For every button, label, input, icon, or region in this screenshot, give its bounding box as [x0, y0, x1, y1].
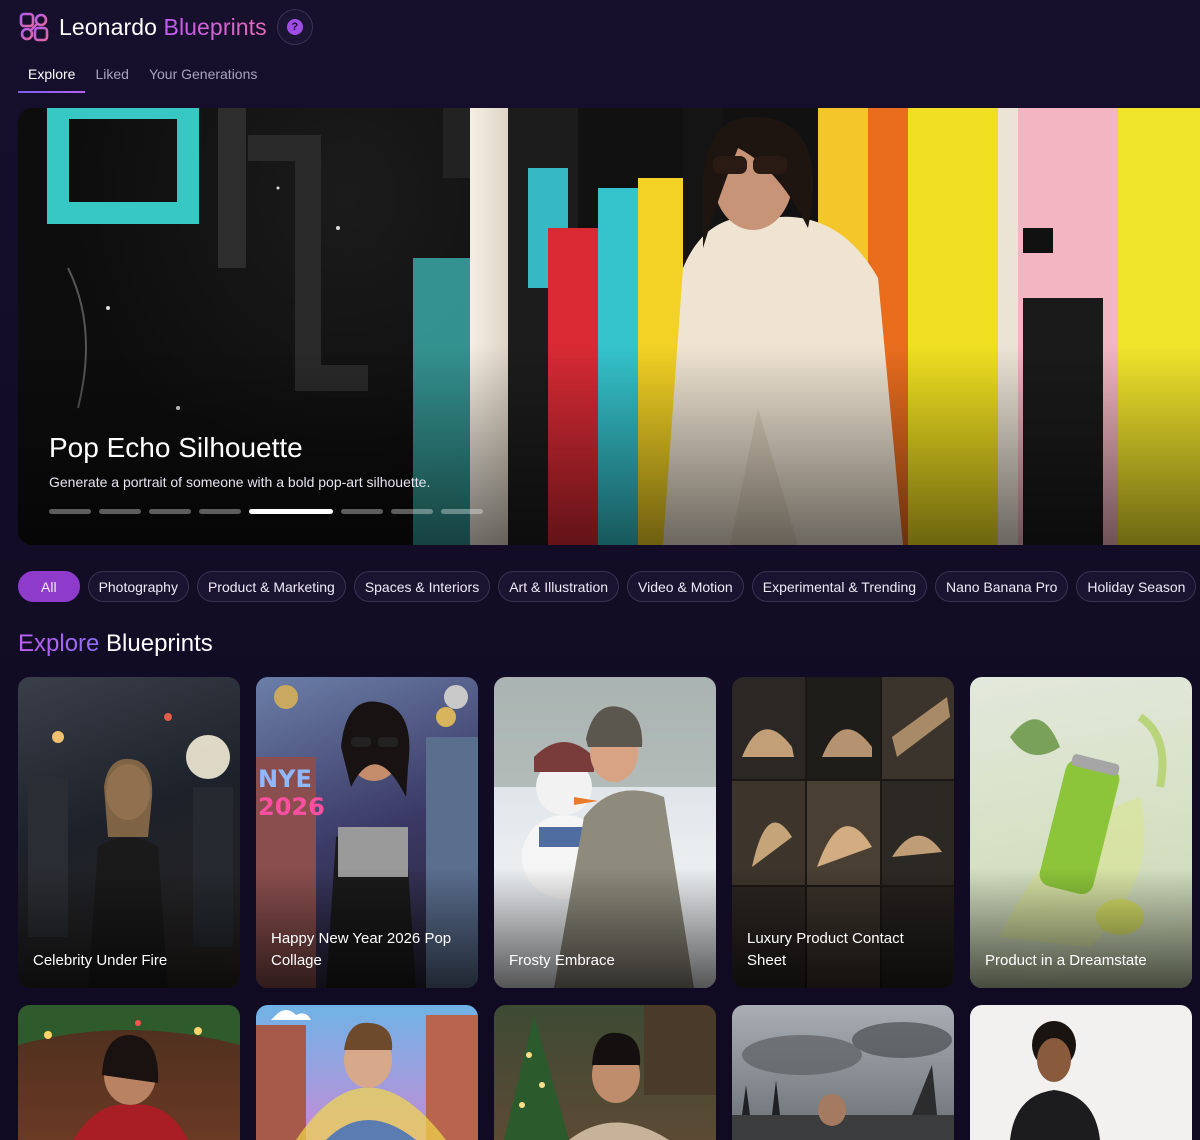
carousel-dot[interactable]	[341, 509, 383, 514]
blueprint-card[interactable]	[732, 1005, 954, 1140]
chip-product-marketing[interactable]: Product & Marketing	[196, 571, 346, 602]
carousel-dot[interactable]	[49, 509, 91, 514]
chip-all[interactable]: All	[18, 571, 80, 602]
card-image	[256, 1010, 478, 1140]
card-label: Celebrity Under Fire	[33, 952, 168, 969]
hero-description: Generate a portrait of someone with a bo…	[49, 474, 431, 490]
brand-title: Leonardo Blueprints	[59, 14, 267, 41]
chip-photography[interactable]: Photography	[87, 571, 189, 602]
carousel-dot[interactable]	[391, 509, 433, 514]
app-header: Leonardo Blueprints ?	[18, 8, 313, 46]
hero-carousel[interactable]: Pop Echo Silhouette Generate a portrait …	[18, 108, 1200, 545]
blueprint-card[interactable]	[494, 1005, 716, 1140]
card-label: Happy New Year 2026 Pop Collage	[271, 930, 452, 969]
chip-art-illustration[interactable]: Art & Illustration	[498, 571, 620, 602]
chip-nano-banana-pro[interactable]: Nano Banana Pro	[935, 571, 1069, 602]
svg-text:2026: 2026	[258, 793, 325, 821]
carousel-dot[interactable]	[199, 509, 241, 514]
section-title-highlight: Explore	[18, 630, 100, 657]
section-title-rest: Blueprints	[106, 630, 213, 657]
blueprint-card[interactable]: Frosty Embrace	[494, 677, 716, 988]
blueprint-card[interactable]: Product in a Dreamstate	[970, 677, 1192, 988]
svg-text:NYE: NYE	[258, 765, 312, 793]
tab-bar: Explore Liked Your Generations	[18, 60, 267, 93]
card-image	[1010, 1021, 1100, 1140]
blueprint-card[interactable]: Celebrity Under Fire	[18, 677, 240, 988]
card-image	[732, 1022, 954, 1140]
blueprint-card[interactable]: Luxury Product Contact Sheet	[732, 677, 954, 988]
blueprint-card[interactable]: NYE 2026 Happy New Year 2026 Pop Collage	[256, 677, 478, 988]
chip-holiday-season[interactable]: Holiday Season	[1076, 571, 1197, 602]
card-label: Frosty Embrace	[509, 952, 615, 969]
blueprint-card[interactable]	[970, 1005, 1192, 1140]
tab-liked[interactable]: Liked	[85, 60, 138, 93]
chip-video-motion[interactable]: Video & Motion	[627, 571, 744, 602]
tab-your-generations[interactable]: Your Generations	[139, 60, 267, 93]
carousel-dot[interactable]	[149, 509, 191, 514]
blueprint-card[interactable]	[18, 1005, 240, 1140]
carousel-dot[interactable]	[99, 509, 141, 514]
chip-experimental-trending[interactable]: Experimental & Trending	[751, 571, 928, 602]
card-image	[504, 1005, 716, 1140]
carousel-dot[interactable]	[441, 509, 483, 514]
leonardo-blueprint-icon[interactable]	[18, 11, 50, 43]
category-filter-bar: All Photography Product & Marketing Spac…	[18, 571, 1197, 602]
carousel-indicators	[49, 509, 483, 514]
help-button[interactable]: ?	[276, 9, 313, 45]
blueprint-card[interactable]	[256, 1005, 478, 1140]
card-label: Product in a Dreamstate	[985, 952, 1147, 969]
section-title: Explore Blueprints	[18, 630, 213, 658]
card-image	[18, 1005, 240, 1140]
question-icon: ?	[286, 19, 303, 35]
card-label: Luxury Product Contact Sheet	[747, 930, 904, 969]
brand-prefix: Leonardo	[59, 13, 157, 40]
chip-spaces-interiors[interactable]: Spaces & Interiors	[353, 571, 491, 602]
hero-title: Pop Echo Silhouette	[49, 432, 303, 463]
brand-highlight: Blueprints	[163, 13, 267, 40]
tab-explore[interactable]: Explore	[18, 60, 86, 93]
carousel-dot-active[interactable]	[249, 509, 333, 514]
